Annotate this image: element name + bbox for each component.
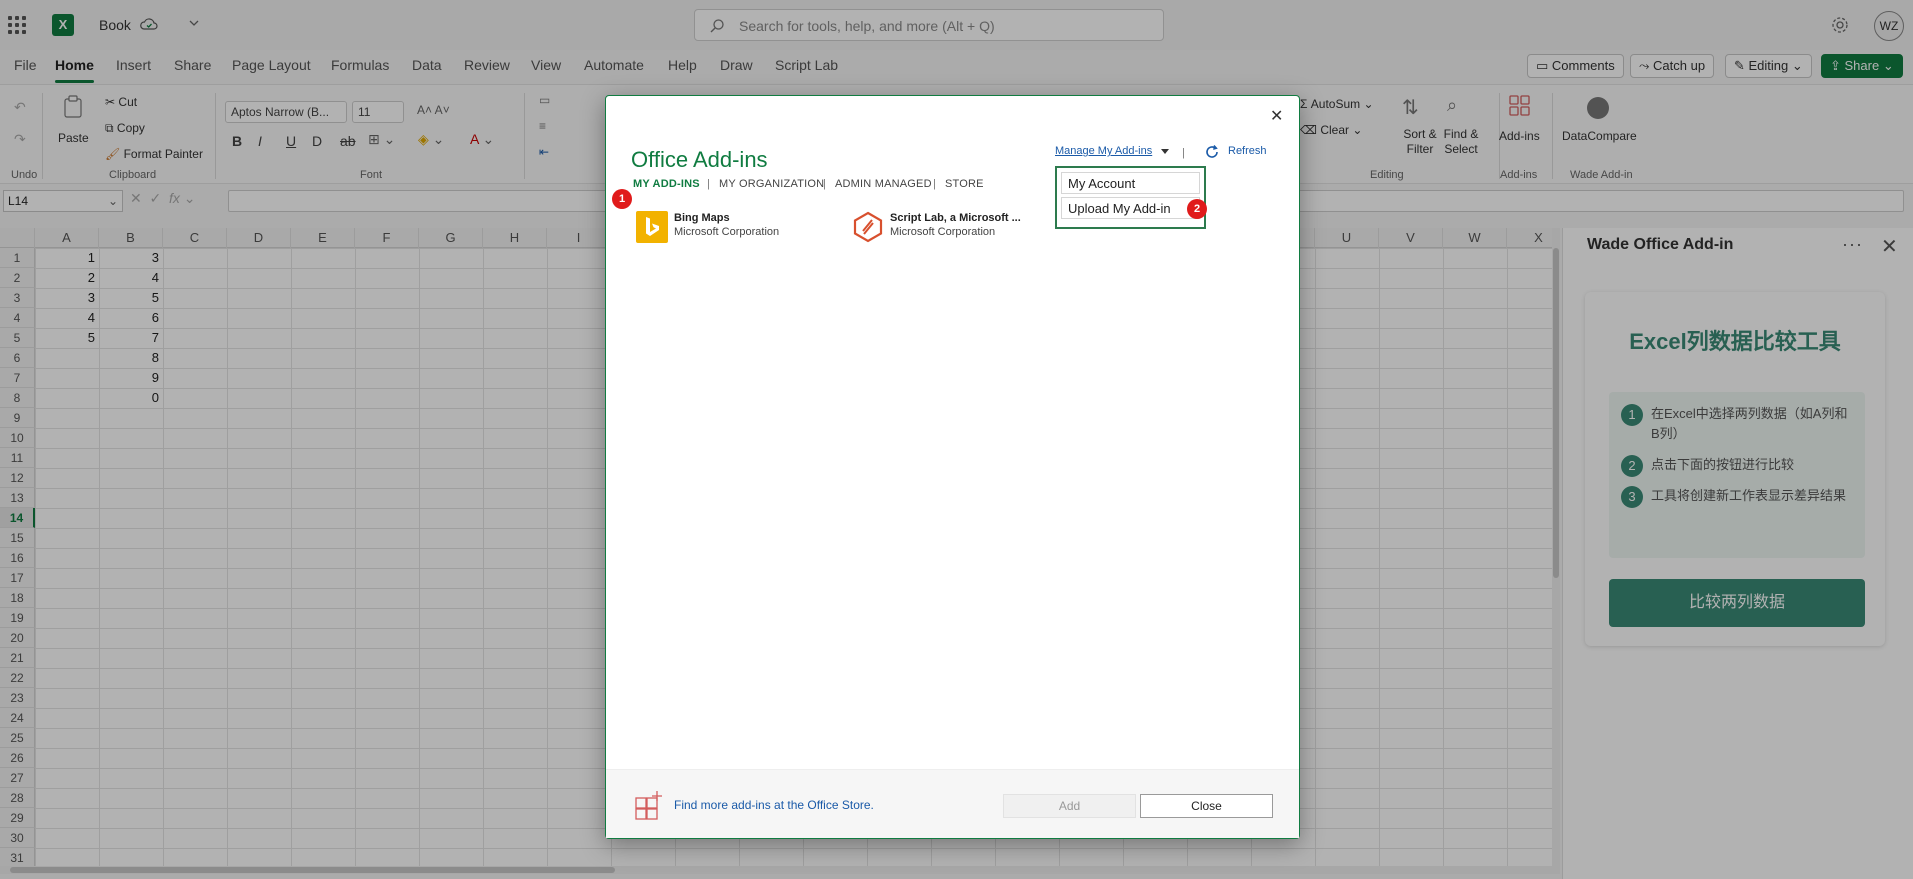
menu-item-my-account[interactable]: My Account [1061,172,1200,194]
office-addins-dialog: ✕ Office Add-ins MY ADD-INS | MY ORGANIZ… [605,95,1300,839]
refresh-icon[interactable] [1204,144,1220,160]
dialog-footer: Find more add-ins at the Office Store. A… [606,769,1299,838]
store-addins-icon [635,790,665,820]
separator: | [1182,147,1185,159]
bing-logo-icon [636,211,668,243]
tab-store[interactable]: STORE [945,178,984,190]
addin-bing-maps[interactable]: Bing Maps Microsoft Corporation [636,211,816,245]
close-button[interactable]: Close [1140,794,1273,818]
addin-publisher: Microsoft Corporation [890,226,996,238]
tab-my-organization[interactable]: MY ORGANIZATION [719,178,824,190]
addin-name: Script Lab, a Microsoft ... [890,212,1021,224]
dialog-title: Office Add-ins [631,147,768,172]
annotation-badge: 1 [612,189,632,209]
office-store-link[interactable]: Find more add-ins at the Office Store. [674,798,874,812]
addin-name: Bing Maps [674,212,730,224]
manage-addins-menu: My Account Upload My Add-in [1055,166,1206,229]
tab-my-addins[interactable]: MY ADD-INS [633,178,700,190]
script-lab-logo-icon [852,211,884,243]
tab-admin-managed[interactable]: ADMIN MANAGED [835,178,932,190]
addin-script-lab[interactable]: Script Lab, a Microsoft ... Microsoft Co… [852,211,1052,245]
manage-my-addins-link[interactable]: Manage My Add-ins [1055,145,1152,157]
refresh-link[interactable]: Refresh [1228,145,1267,157]
annotation-badge: 2 [1187,199,1207,219]
menu-item-upload-addin[interactable]: Upload My Add-in [1061,197,1200,219]
add-button[interactable]: Add [1003,794,1136,818]
addin-publisher: Microsoft Corporation [674,226,780,238]
close-icon[interactable]: ✕ [1270,106,1283,126]
caret-down-icon[interactable] [1160,147,1170,155]
